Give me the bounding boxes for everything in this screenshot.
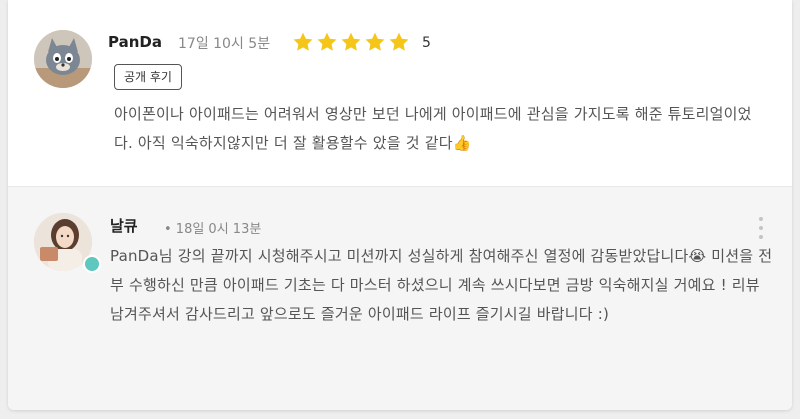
instructor-reply: 날큐 • 18일 0시 13분 PanDa님 강의 끝까지 시청해주시고 미션까… <box>8 186 792 410</box>
public-review-badge: 공개 후기 <box>114 64 182 90</box>
star-icon <box>293 32 313 51</box>
star-icon <box>341 32 361 51</box>
rating-score: 5 <box>422 35 431 51</box>
reviewer-name: PanDa <box>108 33 162 51</box>
star-icon <box>389 32 409 51</box>
star-icon <box>317 32 337 51</box>
reply-text: PanDa님 강의 끝까지 시청해주시고 미션까지 성실하게 참여해주신 열정에… <box>110 247 773 323</box>
star-rating <box>292 31 412 53</box>
star-icon <box>365 32 385 51</box>
instructor-badge-icon <box>83 255 101 273</box>
reviewer-avatar <box>34 30 92 88</box>
review: PanDa 17일 10시 5분 5 공개 후기 아이폰이나 아이패드는 어려워… <box>8 0 792 186</box>
review-text: 아이폰이나 아이패드는 어려워서 영상만 보던 나에게 아이패드에 관심을 가지… <box>114 105 752 152</box>
review-card: PanDa 17일 10시 5분 5 공개 후기 아이폰이나 아이패드는 어려워… <box>8 0 792 410</box>
reply-date: • 18일 0시 13분 <box>164 222 262 237</box>
review-date: 17일 10시 5분 <box>178 36 271 52</box>
instructor-name: 날큐 <box>110 217 138 235</box>
